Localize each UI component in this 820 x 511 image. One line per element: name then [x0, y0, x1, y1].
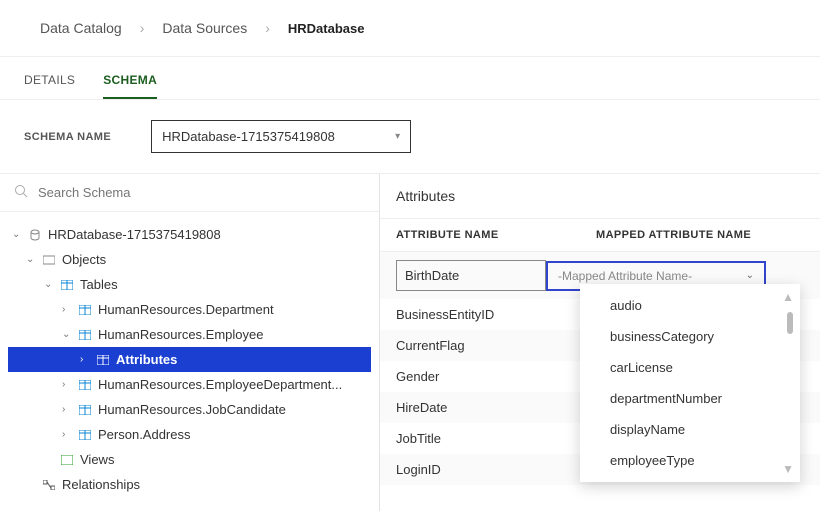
tree-objects[interactable]: ⌄ Objects: [8, 247, 371, 272]
tree-table-item[interactable]: › HumanResources.Department: [8, 297, 371, 322]
collapse-icon[interactable]: ⌄: [62, 329, 72, 340]
table-icon: [78, 404, 92, 416]
dropdown-option[interactable]: businessCategory: [580, 321, 800, 352]
tree-item-label: HumanResources.Employee: [98, 327, 263, 342]
relationships-icon: [42, 479, 56, 491]
tree-tables[interactable]: ⌄ Tables: [8, 272, 371, 297]
attribute-name-cell: CurrentFlag: [396, 338, 596, 353]
tree-attributes[interactable]: › Attributes: [8, 347, 371, 372]
table-icon: [78, 304, 92, 316]
tree-tables-label: Tables: [80, 277, 118, 292]
collapse-icon[interactable]: ⌄: [26, 254, 36, 265]
attributes-header: ATTRIBUTE NAME MAPPED ATTRIBUTE NAME: [380, 219, 820, 252]
tree-table-item[interactable]: › HumanResources.JobCandidate: [8, 397, 371, 422]
expand-icon[interactable]: ›: [62, 429, 72, 440]
tree-root-label: HRDatabase-1715375419808: [48, 227, 221, 242]
scroll-up-icon[interactable]: ▲: [782, 290, 794, 304]
dropdown-option[interactable]: displayName: [580, 414, 800, 445]
search-icon: [14, 184, 28, 201]
collapse-icon[interactable]: ⌄: [12, 229, 22, 240]
tab-details[interactable]: DETAILS: [24, 73, 75, 99]
tab-schema[interactable]: SCHEMA: [103, 73, 157, 99]
attribute-name-cell: HireDate: [396, 400, 596, 415]
attribute-name-cell: BusinessEntityID: [396, 307, 596, 322]
attribute-name-cell: JobTitle: [396, 431, 596, 446]
main-area: ⌄ HRDatabase-1715375419808 ⌄ Objects ⌄ T…: [0, 174, 820, 511]
collapse-icon[interactable]: ⌄: [44, 279, 54, 290]
scrollbar-thumb[interactable]: [787, 312, 793, 334]
col-mapped-name: MAPPED ATTRIBUTE NAME: [596, 229, 804, 241]
table-icon: [78, 329, 92, 341]
tree-views[interactable]: Views: [8, 447, 371, 472]
breadcrumb-root[interactable]: Data Catalog: [40, 20, 122, 36]
folder-icon: [42, 254, 56, 266]
mapped-attribute-dropdown[interactable]: ▲ audio businessCategory carLicense depa…: [580, 284, 800, 482]
schema-name-row: SCHEMA NAME HRDatabase-1715375419808 ▾: [0, 100, 820, 174]
breadcrumb-current: HRDatabase: [288, 21, 365, 36]
database-icon: [28, 229, 42, 241]
table-icon: [78, 379, 92, 391]
breadcrumb: Data Catalog › Data Sources › HRDatabase: [0, 0, 820, 57]
search-row: [0, 174, 379, 212]
dropdown-option[interactable]: carLicense: [580, 352, 800, 383]
tree-table-item[interactable]: › HumanResources.EmployeeDepartment...: [8, 372, 371, 397]
schema-name-value: HRDatabase-1715375419808: [162, 129, 335, 144]
view-icon: [60, 454, 74, 466]
chevron-right-icon: ›: [265, 20, 270, 36]
schema-name-label: SCHEMA NAME: [24, 131, 111, 143]
scroll-down-icon[interactable]: ▼: [782, 462, 794, 476]
expand-icon[interactable]: ›: [62, 379, 72, 390]
tree-relationships-label: Relationships: [62, 477, 140, 492]
tree-root[interactable]: ⌄ HRDatabase-1715375419808: [8, 222, 371, 247]
chevron-down-icon: ⌄: [746, 270, 754, 281]
expand-icon[interactable]: ›: [62, 404, 72, 415]
tree-item-label: HumanResources.JobCandidate: [98, 402, 286, 417]
expand-icon[interactable]: ›: [80, 354, 90, 365]
tree-item-label: HumanResources.Department: [98, 302, 274, 317]
attribute-name-cell: LoginID: [396, 462, 596, 477]
table-icon: [78, 429, 92, 441]
tree-item-label: HumanResources.EmployeeDepartment...: [98, 377, 342, 392]
chevron-right-icon: ›: [140, 20, 145, 36]
schema-name-select[interactable]: HRDatabase-1715375419808 ▾: [151, 120, 411, 153]
breadcrumb-data-sources[interactable]: Data Sources: [162, 20, 247, 36]
dropdown-option[interactable]: audio: [580, 290, 800, 321]
col-attribute-name: ATTRIBUTE NAME: [396, 229, 596, 241]
attribute-name-cell: Gender: [396, 369, 596, 384]
expand-icon[interactable]: ›: [62, 304, 72, 315]
tree-table-item[interactable]: › Person.Address: [8, 422, 371, 447]
left-panel: ⌄ HRDatabase-1715375419808 ⌄ Objects ⌄ T…: [0, 174, 380, 511]
tree-relationships[interactable]: Relationships: [8, 472, 371, 497]
mapped-placeholder: -Mapped Attribute Name-: [558, 269, 692, 283]
attribute-name-cell[interactable]: BirthDate: [396, 260, 546, 291]
tree-views-label: Views: [80, 452, 114, 467]
chevron-down-icon: ▾: [395, 131, 400, 142]
tabs: DETAILS SCHEMA: [0, 57, 820, 100]
table-icon: [96, 354, 110, 366]
schema-tree: ⌄ HRDatabase-1715375419808 ⌄ Objects ⌄ T…: [0, 212, 379, 507]
right-panel: Attributes ATTRIBUTE NAME MAPPED ATTRIBU…: [380, 174, 820, 511]
tree-item-label: Person.Address: [98, 427, 191, 442]
search-input[interactable]: [38, 185, 365, 200]
tree-table-item[interactable]: ⌄ HumanResources.Employee: [8, 322, 371, 347]
tree-objects-label: Objects: [62, 252, 106, 267]
dropdown-option[interactable]: departmentNumber: [580, 383, 800, 414]
tree-attributes-label: Attributes: [116, 352, 177, 367]
panel-title: Attributes: [380, 174, 820, 219]
dropdown-option[interactable]: employeeType: [580, 445, 800, 476]
table-icon: [60, 279, 74, 291]
